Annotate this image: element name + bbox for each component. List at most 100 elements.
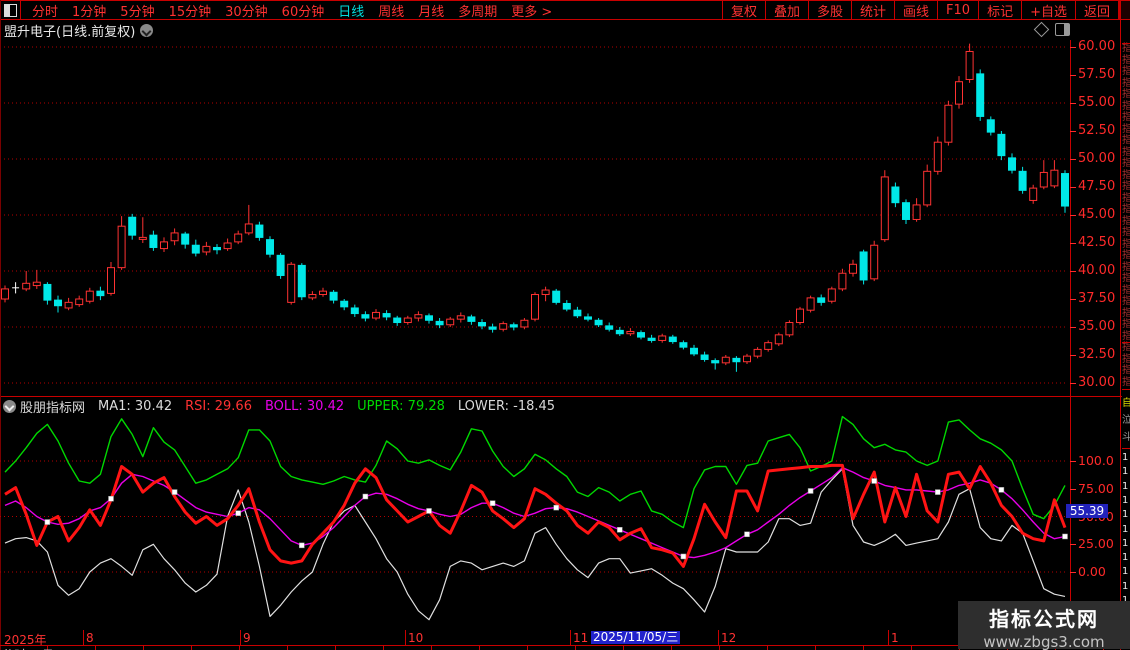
period-item[interactable]: 月线 (418, 1, 444, 20)
period-item[interactable]: 30分钟 (225, 1, 268, 20)
price-tick (1070, 243, 1076, 244)
action-button[interactable]: 返回 (1074, 1, 1119, 20)
period-item[interactable]: 周线 (378, 1, 404, 20)
sidebar-number-fragment: 1 (1122, 537, 1129, 549)
action-button[interactable]: 标记 (978, 1, 1021, 20)
indicator-axis-label: 0.00 (1078, 564, 1106, 579)
sidebar-text-fragment: 指 (1122, 77, 1130, 89)
sidebar-text-fragment: 指 (1122, 135, 1130, 146)
collapse-indicator-icon[interactable] (3, 399, 16, 413)
layout-split-icon[interactable] (0, 1, 21, 19)
action-button[interactable]: 统计 (851, 1, 894, 20)
title-row: 盟升电子(日线.前复权) (0, 21, 1120, 40)
sidebar-text-fragment: 指 (1122, 273, 1130, 284)
sidebar-number-fragment: 1 (1122, 566, 1129, 578)
sidebar-text-fragment: 指 (1122, 54, 1130, 66)
bottom-cut-row: 分时 五日 (0, 646, 1122, 650)
action-button[interactable]: +自选 (1021, 1, 1075, 20)
split-window-icon[interactable] (1055, 23, 1070, 36)
action-button[interactable]: 叠加 (764, 1, 808, 20)
indicator-value-label: RSI: 29.66 (185, 398, 252, 414)
period-item[interactable]: 15分钟 (169, 1, 212, 20)
price-tick (1070, 327, 1076, 328)
indicator-value-label: MA1: 30.42 (98, 398, 173, 414)
month-divider (718, 630, 719, 645)
price-tick (1070, 383, 1076, 384)
sidebar-text-fragment: 指 (1122, 169, 1130, 181)
sidebar-text-fragment: 指 (1122, 146, 1130, 158)
month-divider (83, 630, 84, 645)
sidebar-text-fragment: 指 (1122, 284, 1130, 296)
top-toolbar: 分时 1分钟 5分钟 15分钟 30分钟 60分钟 日线 周线 月线 多周期 更多 > 复权 叠加 多股… (0, 0, 1130, 20)
stock-title: 盟升电子(日线.前复权) (4, 24, 136, 40)
price-label: 50.00 (1078, 151, 1116, 166)
cursor-value-badge: 55.39 (1066, 503, 1108, 518)
period-item[interactable]: 1分钟 (72, 1, 106, 20)
sidebar-text-fragment: 指 (1122, 227, 1130, 238)
watermark-title: 指标公式网 (989, 607, 1099, 631)
month-divider (240, 630, 241, 645)
sidebar-number-fragment: 1 (1122, 480, 1129, 492)
period-item[interactable]: 60分钟 (282, 1, 325, 20)
date-label: 1 (891, 631, 899, 645)
date-axis (0, 630, 1122, 645)
indicator-value-label: LOWER: -18.45 (457, 398, 556, 414)
sidebar-text-fragment: 自 (1122, 398, 1130, 409)
month-divider (888, 630, 889, 645)
sidebar-text-fragment: 指 (1122, 319, 1130, 330)
sidebar-number-fragment: 1 (1122, 523, 1129, 535)
price-label: 35.00 (1078, 319, 1116, 334)
sidebar-number-fragment: 1 (1122, 580, 1129, 592)
action-button[interactable]: 多股 (807, 1, 851, 20)
action-button[interactable]: 复权 (721, 1, 765, 20)
chevron-down-icon[interactable] (140, 23, 154, 37)
indicator-value-label: BOLL: 30.42 (264, 398, 345, 414)
price-tick (1070, 215, 1076, 216)
price-tick (1070, 271, 1076, 272)
sidebar-text-fragment: 指 (1122, 296, 1130, 307)
date-label: 9 (243, 631, 251, 645)
indicator-value-label: UPPER: 79.28 (357, 398, 445, 414)
diamond-icon[interactable] (1033, 21, 1050, 38)
price-label: 40.00 (1078, 263, 1116, 278)
action-button[interactable]: F10 (937, 1, 978, 19)
period-item[interactable]: 更多 > (511, 1, 552, 20)
sidebar-text-fragment: 指 (1122, 66, 1130, 77)
date-label: 11 (573, 631, 589, 645)
right-side-strip[interactable]: 指指指指指指指指指指指指指指指指指指指指指指指指指指指指指指自泣斗1111111… (1122, 0, 1130, 650)
selected-date-highlight[interactable]: 2025/11/05/三 (591, 631, 681, 644)
month-divider (405, 630, 406, 645)
sidebar-section-divider (1122, 448, 1130, 449)
price-label: 32.50 (1078, 347, 1116, 362)
period-item[interactable]: 日线 (338, 1, 364, 20)
indicator-source-label[interactable]: 股朋指标网 (20, 397, 85, 416)
sidebar-text-fragment: 指 (1122, 89, 1130, 100)
date-label: 12 (721, 631, 737, 645)
period-item[interactable]: 多周期 (458, 1, 497, 20)
sidebar-text-fragment: 指 (1122, 238, 1130, 250)
watermark-url: www.zbgs3.com (983, 633, 1105, 650)
action-menu: 复权 叠加 多股 统计 画线 F10 标记 +自选 返回 (721, 1, 1119, 20)
sidebar-section-divider (1122, 389, 1130, 390)
indicator-chart[interactable] (0, 415, 1070, 630)
sidebar-text-fragment: 指 (1122, 342, 1130, 353)
sidebar-text-fragment: 指 (1122, 123, 1130, 135)
sidebar-text-fragment: 指 (1122, 307, 1130, 319)
period-item[interactable]: 5分钟 (120, 1, 154, 20)
price-label: 52.50 (1078, 123, 1116, 138)
month-divider (570, 630, 571, 645)
sidebar-text-fragment: 指 (1122, 215, 1130, 227)
price-label: 55.00 (1078, 95, 1116, 110)
price-tick (1070, 75, 1076, 76)
bottom-partial-text: 分时 五日 (2, 646, 54, 650)
price-label: 37.50 (1078, 291, 1116, 306)
sidebar-number-fragment: 1 (1122, 494, 1129, 506)
period-item[interactable]: 分时 (32, 1, 58, 20)
indicator-axis-label: 100.0 (1078, 453, 1114, 468)
candlestick-chart[interactable] (0, 40, 1070, 396)
action-button[interactable]: 画线 (894, 1, 937, 20)
date-label: 10 (408, 631, 424, 645)
sidebar-text-fragment: 指 (1122, 353, 1130, 365)
indicator-axis-label: 75.00 (1078, 480, 1114, 496)
sidebar-number-fragment: 1 (1122, 509, 1129, 521)
